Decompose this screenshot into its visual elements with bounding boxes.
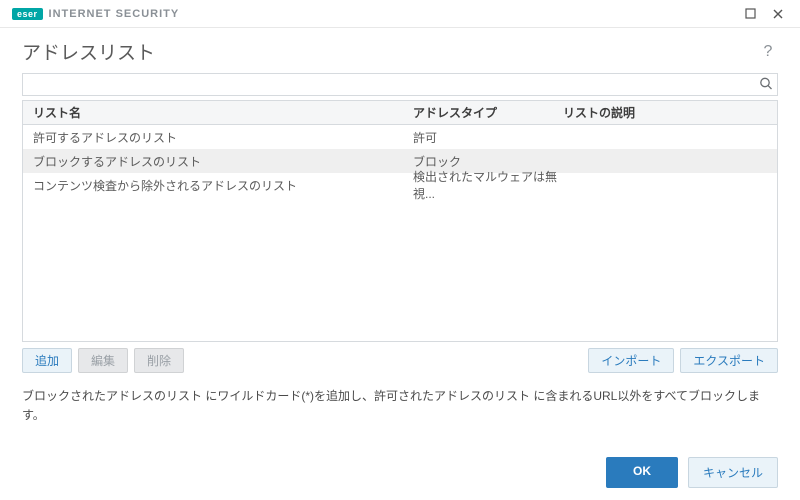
brand-badge: eser xyxy=(12,8,43,20)
edit-button[interactable]: 編集 xyxy=(78,348,128,373)
brand-name: INTERNET SECURITY xyxy=(49,8,180,20)
cell-name: ブロックするアドレスのリスト xyxy=(23,153,413,170)
cell-type: ブロック xyxy=(413,153,563,170)
address-list-table: リスト名 アドレスタイプ リストの説明 許可するアドレスのリスト許可ブロックする… xyxy=(22,100,778,342)
window-maximize-icon[interactable] xyxy=(736,2,764,26)
cell-name: コンテンツ検査から除外されるアドレスのリスト xyxy=(23,177,413,194)
search-icon[interactable] xyxy=(759,76,773,93)
add-button[interactable]: 追加 xyxy=(22,348,72,373)
titlebar: eser INTERNET SECURITY xyxy=(0,0,800,28)
table-header: リスト名 アドレスタイプ リストの説明 xyxy=(23,101,777,125)
ok-button[interactable]: OK xyxy=(606,457,678,488)
table-toolbar: 追加 編集 削除 インポート エクスポート xyxy=(22,348,778,373)
export-button[interactable]: エクスポート xyxy=(680,348,778,373)
cancel-button[interactable]: キャンセル xyxy=(688,457,778,488)
remove-button[interactable]: 削除 xyxy=(134,348,184,373)
col-header-desc[interactable]: リストの説明 xyxy=(563,104,777,121)
col-header-type[interactable]: アドレスタイプ xyxy=(413,104,563,121)
page-title: アドレスリスト xyxy=(22,38,155,65)
description-text: ブロックされたアドレスのリスト にワイルドカード(*)を追加し、許可されたアドレ… xyxy=(0,373,800,425)
import-button[interactable]: インポート xyxy=(588,348,674,373)
help-icon[interactable]: ? xyxy=(758,42,778,62)
table-row[interactable]: コンテンツ検査から除外されるアドレスのリスト検出されたマルウェアは無視... xyxy=(23,173,777,197)
search-input-wrap xyxy=(22,73,778,96)
table-row[interactable]: ブロックするアドレスのリストブロック xyxy=(23,149,777,173)
cell-type: 許可 xyxy=(413,129,563,146)
dialog-footer: OK キャンセル xyxy=(606,457,778,488)
page-header: アドレスリスト ? xyxy=(0,28,800,73)
table-body: 許可するアドレスのリスト許可ブロックするアドレスのリストブロックコンテンツ検査か… xyxy=(23,125,777,341)
cell-type: 検出されたマルウェアは無視... xyxy=(413,168,563,202)
col-header-name[interactable]: リスト名 xyxy=(23,104,413,121)
search-input[interactable] xyxy=(23,74,777,95)
table-row[interactable]: 許可するアドレスのリスト許可 xyxy=(23,125,777,149)
cell-name: 許可するアドレスのリスト xyxy=(23,129,413,146)
window-close-icon[interactable] xyxy=(764,2,792,26)
